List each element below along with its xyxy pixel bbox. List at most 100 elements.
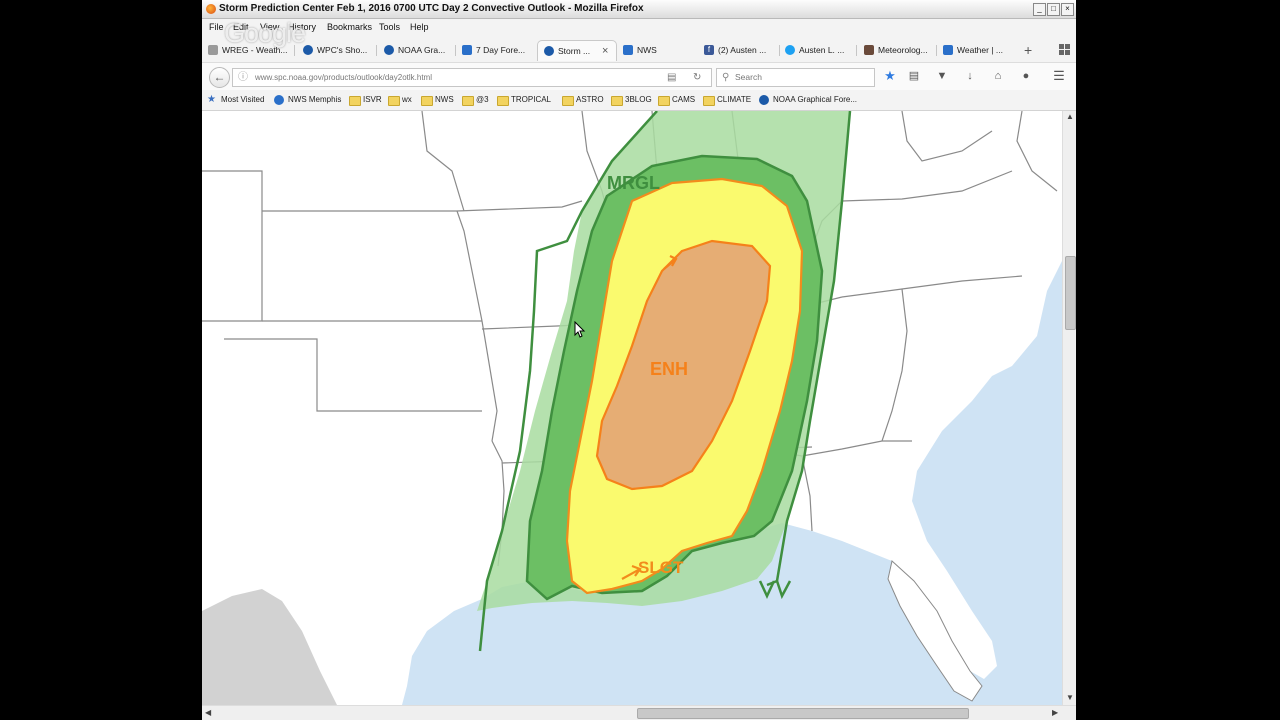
url-bar[interactable]: ⓘ www.spc.noaa.gov/products/outlook/day2…	[232, 68, 712, 87]
clipboard-icon[interactable]: ▤	[907, 69, 921, 83]
bookmark-label: CAMS	[672, 95, 696, 104]
menu-file[interactable]: File	[209, 18, 224, 36]
bookmark-label: NOAA Graphical Fore...	[773, 95, 858, 104]
enh-label: ENH	[650, 359, 688, 379]
bookmark-label: ISVR	[363, 95, 382, 104]
home-icon[interactable]: ⌂	[991, 69, 1005, 83]
mrgl-label: MRGL	[607, 173, 660, 193]
tab-nws[interactable]: NWS	[623, 40, 683, 60]
bookmark-label: NWS	[435, 95, 454, 104]
noaa-icon	[544, 46, 554, 56]
pocket-icon[interactable]: ▼	[935, 69, 949, 83]
menu-tools[interactable]: Tools	[379, 18, 400, 36]
convective-outlook-map: MRGL ENH SLGT	[202, 111, 1062, 705]
search-input[interactable]: ⚲ Search	[716, 68, 875, 87]
tab-label: WREG - Weath...	[222, 45, 288, 55]
tab-twitter[interactable]: Austen L. ...	[785, 40, 851, 60]
folder-icon	[388, 96, 400, 106]
menu-bar: File Edit View History Bookmarks Tools H…	[202, 18, 1076, 36]
tab-label: Storm ...	[558, 46, 591, 56]
search-placeholder: Search	[735, 72, 762, 82]
tab-label: Weather | ...	[957, 45, 1003, 55]
tab-label: WPC's Sho...	[317, 45, 368, 55]
folder-icon	[658, 96, 670, 106]
scroll-up-arrow-icon[interactable]: ▲	[1066, 112, 1074, 121]
slgt-label: SLGT	[638, 558, 684, 577]
twitter-icon	[785, 45, 795, 55]
bookmark-label: @3	[476, 95, 489, 104]
menu-bookmarks[interactable]: Bookmarks	[327, 18, 372, 36]
nws-icon	[274, 95, 284, 105]
vertical-scroll-thumb[interactable]	[1065, 256, 1076, 330]
tab-noaa-graphical[interactable]: NOAA Gra...	[384, 40, 450, 60]
download-icon[interactable]: ↓	[963, 69, 977, 83]
mouse-cursor-icon	[574, 321, 586, 338]
bookmark-label: wx	[402, 95, 412, 104]
folder-icon	[349, 96, 361, 106]
folder-icon	[703, 96, 715, 106]
firefox-window: Storm Prediction Center Feb 1, 2016 0700…	[202, 0, 1076, 720]
vertical-scrollbar[interactable]: ▲ ▼	[1062, 111, 1076, 705]
tab-7day-forecast[interactable]: 7 Day Fore...	[462, 40, 528, 60]
scroll-right-arrow-icon[interactable]: ▶	[1052, 708, 1058, 717]
tab-wreg[interactable]: WREG - Weath...	[208, 40, 288, 60]
menu-help[interactable]: Help	[410, 18, 429, 36]
scroll-left-arrow-icon[interactable]: ◀	[205, 708, 211, 717]
tab-label: 7 Day Fore...	[476, 45, 526, 55]
bookmark-label: NWS Memphis	[288, 95, 342, 104]
back-button[interactable]: ←	[209, 67, 230, 88]
title-bar: Storm Prediction Center Feb 1, 2016 0700…	[202, 0, 1076, 19]
bookmark-label: 3BLOG	[625, 95, 652, 104]
instagram-icon	[864, 45, 874, 55]
bookmark-label: Most Visited	[221, 95, 265, 104]
firefox-icon	[206, 4, 216, 14]
page-icon	[208, 45, 218, 55]
folder-icon	[611, 96, 623, 106]
folder-icon	[562, 96, 574, 106]
reload-icon[interactable]: ↻	[693, 69, 701, 86]
reader-view-icon[interactable]: ▤	[667, 69, 676, 86]
bookmarks-toolbar: ★ Most Visited NWS Memphis ISVR wx NWS @…	[202, 90, 1076, 111]
url-text: www.spc.noaa.gov/products/outlook/day2ot…	[255, 73, 432, 82]
folder-icon	[462, 96, 474, 106]
close-window-button[interactable]: ×	[1061, 3, 1074, 16]
tab-label: NOAA Gra...	[398, 45, 446, 55]
folder-icon	[421, 96, 433, 106]
noaa-icon	[303, 45, 313, 55]
nws-icon	[462, 45, 472, 55]
maximize-button[interactable]: □	[1047, 3, 1060, 16]
tab-instagram[interactable]: Meteorolog...	[864, 40, 932, 60]
noaa-icon	[384, 45, 394, 55]
search-icon: ⚲	[722, 72, 730, 83]
tab-facebook[interactable]: f (2) Austen ...	[704, 40, 774, 60]
site-info-icon[interactable]: ⓘ	[238, 69, 248, 86]
minimize-button[interactable]: _	[1033, 3, 1046, 16]
nws-icon	[943, 45, 953, 55]
tab-weather[interactable]: Weather | ...	[943, 40, 1011, 60]
tab-close-icon[interactable]: ×	[602, 41, 608, 61]
bookmark-label: TROPICAL	[511, 95, 552, 104]
noaa-icon	[759, 95, 769, 105]
horizontal-scroll-thumb[interactable]	[637, 708, 969, 719]
hamburger-menu-icon[interactable]: ☰	[1052, 69, 1066, 83]
folder-icon	[497, 96, 509, 106]
new-tab-button[interactable]: +	[1024, 40, 1038, 60]
tab-groups-icon[interactable]	[1059, 44, 1070, 55]
navigation-bar: ← ⓘ www.spc.noaa.gov/products/outlook/da…	[202, 62, 1076, 91]
facebook-icon: f	[704, 45, 714, 55]
chat-icon[interactable]: ●	[1019, 69, 1033, 83]
bookmark-label: CLIMATE	[717, 95, 752, 104]
bookmark-star-icon[interactable]: ★	[883, 69, 897, 83]
tab-wpc[interactable]: WPC's Sho...	[303, 40, 371, 60]
window-title: Storm Prediction Center Feb 1, 2016 0700…	[219, 3, 644, 14]
tab-storm-active[interactable]: Storm ... ×	[537, 40, 617, 61]
nws-icon	[623, 45, 633, 55]
bookmark-label: ASTRO	[576, 95, 604, 104]
tab-label: Austen L. ...	[799, 45, 845, 55]
scroll-down-arrow-icon[interactable]: ▼	[1066, 693, 1074, 702]
tab-label: NWS	[637, 45, 657, 55]
horizontal-scrollbar[interactable]: ◀ ▶	[202, 705, 1076, 720]
tab-bar: WREG - Weath... WPC's Sho... NOAA Gra...…	[202, 38, 1076, 62]
star-icon: ★	[207, 94, 216, 105]
page-content[interactable]: MRGL ENH SLGT	[202, 111, 1062, 705]
